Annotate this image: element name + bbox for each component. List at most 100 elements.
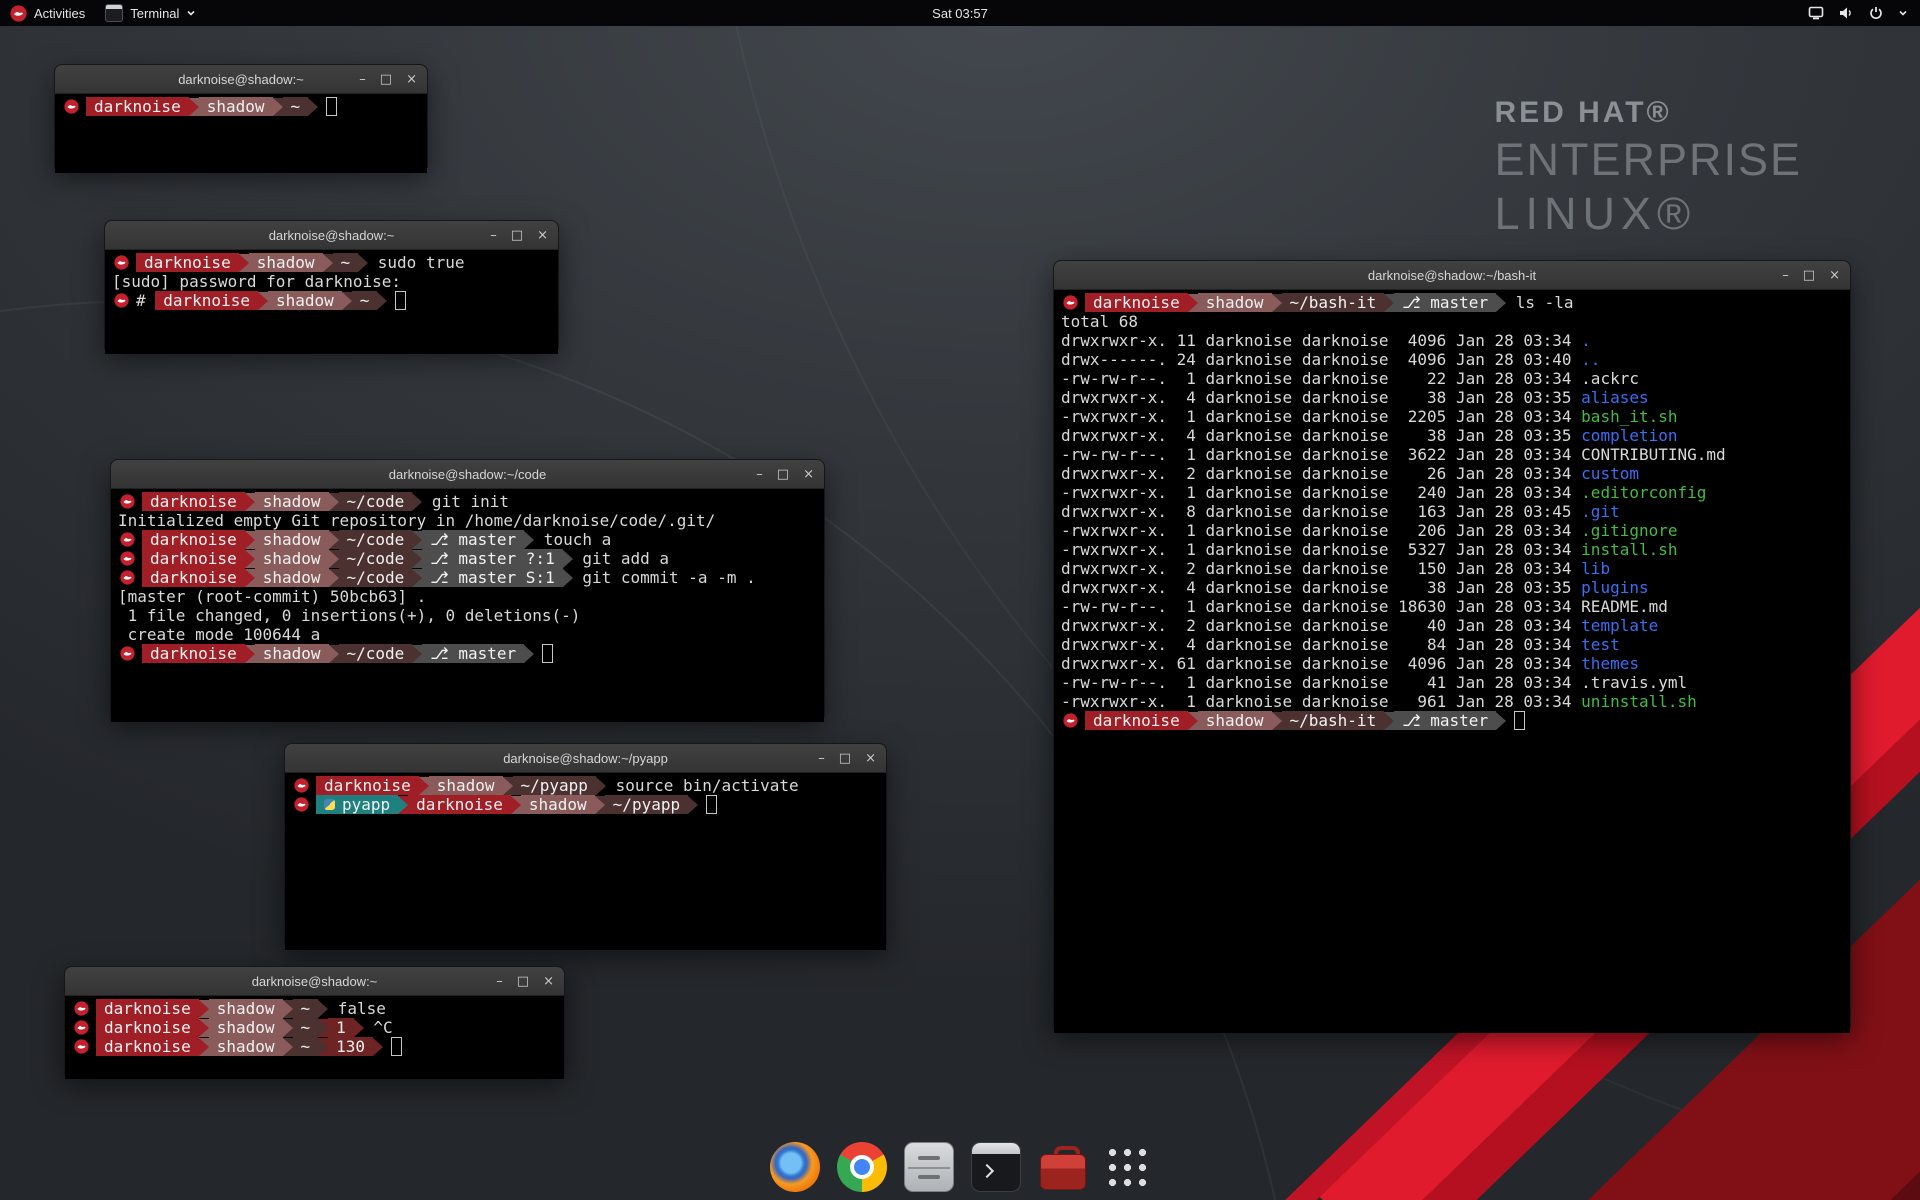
maximize-button[interactable]: □ <box>511 229 523 242</box>
prompt-segment-path: ~/code <box>339 492 413 511</box>
prompt-segment-host: shadow <box>268 291 342 310</box>
maximize-button[interactable]: □ <box>839 752 851 765</box>
prompt-segment-path: ~ <box>283 97 309 116</box>
prompt-segment-host: shadow <box>255 530 329 549</box>
terminal-body[interactable]: darknoiseshadow~/pyapp source bin/activa… <box>285 773 886 950</box>
terminal-text: .travis.yml <box>1581 673 1687 692</box>
powerline-separator-icon <box>1272 712 1282 730</box>
prompt-segment-err: 130 <box>328 1037 373 1056</box>
powerline-separator-icon <box>189 98 199 116</box>
window-controls: – □ × <box>359 65 417 93</box>
terminal-line: -rwxrwxr-x. 1 darknoise darknoise 240 Ja… <box>1061 483 1843 502</box>
minimize-button[interactable]: – <box>359 73 366 86</box>
terminal-text: -rwxrwxr-x. 1 darknoise darknoise 5327 J… <box>1061 540 1581 559</box>
terminal-text: install.sh <box>1581 540 1677 559</box>
clock[interactable]: Sat 03:57 <box>932 6 988 21</box>
maximize-button[interactable]: □ <box>1803 269 1815 282</box>
terminal-text: total 68 <box>1061 312 1138 331</box>
terminal-body[interactable]: darknoiseshadow~ sudo true[sudo] passwor… <box>105 250 558 354</box>
powerline-separator-icon <box>524 645 534 663</box>
terminal-line: darknoiseshadow~/pyapp source bin/activa… <box>292 776 879 795</box>
terminal-text: aliases <box>1581 388 1648 407</box>
window-titlebar[interactable]: darknoise@shadow:~/bash-it–□× <box>1054 261 1850 290</box>
redhat-prompt-icon <box>64 99 79 114</box>
terminal-text: .git <box>1581 502 1620 521</box>
prompt-segment-user: darknoise <box>96 999 199 1018</box>
close-button[interactable]: × <box>803 468 814 481</box>
terminal-text: ls -la <box>1506 293 1573 312</box>
terminal-text: source bin/activate <box>606 776 799 795</box>
close-button[interactable]: × <box>406 73 417 86</box>
terminal-line: darknoiseshadow~1 ^C <box>72 1018 557 1037</box>
prompt-segment-user: darknoise <box>408 795 511 814</box>
terminal-text: create mode 100644 a <box>118 625 320 644</box>
window-title: darknoise@shadow:~ <box>269 228 395 243</box>
app-menu-terminal[interactable]: Terminal <box>105 0 196 26</box>
terminal-line: -rw-rw-r--. 1 darknoise darknoise 22 Jan… <box>1061 369 1843 388</box>
terminal-body[interactable]: darknoiseshadow~ <box>55 94 427 173</box>
terminal-text: . <box>1581 331 1591 350</box>
close-button[interactable]: × <box>865 752 876 765</box>
minimize-button[interactable]: – <box>490 229 497 242</box>
terminal-text: drwx------. 24 darknoise darknoise 4096 … <box>1061 350 1581 369</box>
terminal-line: # darknoiseshadow~ <box>112 291 551 310</box>
terminal-text: 1 file changed, 0 insertions(+), 0 delet… <box>118 606 580 625</box>
terminal-text: custom <box>1581 464 1639 483</box>
close-button[interactable]: × <box>543 975 554 988</box>
terminal-body[interactable]: darknoiseshadow~ falsedarknoiseshadow~1 … <box>65 996 564 1079</box>
chrome-icon[interactable] <box>837 1142 887 1192</box>
system-status-area[interactable] <box>1808 0 1920 26</box>
maximize-button[interactable]: □ <box>517 975 529 988</box>
redhat-prompt-icon <box>114 255 129 270</box>
files-icon[interactable] <box>904 1142 954 1192</box>
terminal-body[interactable]: darknoiseshadow~/code git initInitialize… <box>111 489 824 722</box>
prompt-segment-host: shadow <box>255 549 329 568</box>
prompt-segment-path: ~/code <box>339 644 413 663</box>
terminal-text: -rwxrwxr-x. 1 darknoise darknoise 240 Ja… <box>1061 483 1581 502</box>
firefox-icon[interactable] <box>770 1142 820 1192</box>
terminal-body[interactable]: darknoiseshadow~/bash-it⎇ master ls -lat… <box>1054 290 1850 1033</box>
terminal-text: git commit -a -m . <box>573 568 756 587</box>
close-button[interactable]: × <box>1829 269 1840 282</box>
minimize-button[interactable]: – <box>756 468 763 481</box>
window-titlebar[interactable]: darknoise@shadow:~/pyapp–□× <box>285 744 886 773</box>
window-titlebar[interactable]: darknoise@shadow:~ – □ × <box>105 221 558 250</box>
window-titlebar[interactable]: darknoise@shadow:~–□× <box>65 967 564 996</box>
powerline-separator-icon <box>354 1019 364 1037</box>
terminal-window: darknoise@shadow:~–□×darknoiseshadow~ fa… <box>64 966 565 1074</box>
activities-button[interactable]: Activities <box>10 0 85 26</box>
powerline-separator-icon <box>377 292 387 310</box>
powerline-separator-icon <box>595 796 605 814</box>
software-icon[interactable] <box>1038 1142 1088 1192</box>
minimize-button[interactable]: – <box>818 752 825 765</box>
window-titlebar[interactable]: darknoise@shadow:~/code–□× <box>111 460 824 489</box>
terminal-text: uninstall.sh <box>1581 692 1697 711</box>
prompt-segment-user: darknoise <box>155 291 258 310</box>
activities-label: Activities <box>34 6 85 21</box>
window-controls: – □ × <box>818 744 876 772</box>
redhat-prompt-icon <box>1063 295 1078 310</box>
terminal-icon[interactable] <box>971 1142 1021 1192</box>
terminal-line: -rw-rw-r--. 1 darknoise darknoise 41 Jan… <box>1061 673 1843 692</box>
prompt-segment-path: ~/pyapp <box>513 776 596 795</box>
terminal-line: [sudo] password for darknoise: <box>112 272 551 291</box>
powerline-separator-icon <box>412 493 422 511</box>
terminal-line: [master (root-commit) 50bcb63] . <box>118 587 817 606</box>
minimize-button[interactable]: – <box>1782 269 1789 282</box>
powerline-separator-icon <box>503 777 513 795</box>
close-button[interactable]: × <box>537 229 548 242</box>
minimize-button[interactable]: – <box>496 975 503 988</box>
terminal-line: -rw-rw-r--. 1 darknoise darknoise 18630 … <box>1061 597 1843 616</box>
terminal-line: drwxrwxr-x. 2 darknoise darknoise 150 Ja… <box>1061 559 1843 578</box>
window-titlebar[interactable]: darknoise@shadow:~–□× <box>55 65 427 94</box>
powerline-separator-icon <box>596 777 606 795</box>
powerline-separator-icon <box>318 1038 328 1056</box>
maximize-button[interactable]: □ <box>380 73 392 86</box>
powerline-separator-icon <box>258 292 268 310</box>
powerline-separator-icon <box>329 550 339 568</box>
app-grid-icon[interactable] <box>1105 1145 1150 1190</box>
powerline-separator-icon <box>342 292 352 310</box>
prompt-segment-host: shadow <box>209 1037 283 1056</box>
terminal-text: git init <box>422 492 509 511</box>
maximize-button[interactable]: □ <box>777 468 789 481</box>
